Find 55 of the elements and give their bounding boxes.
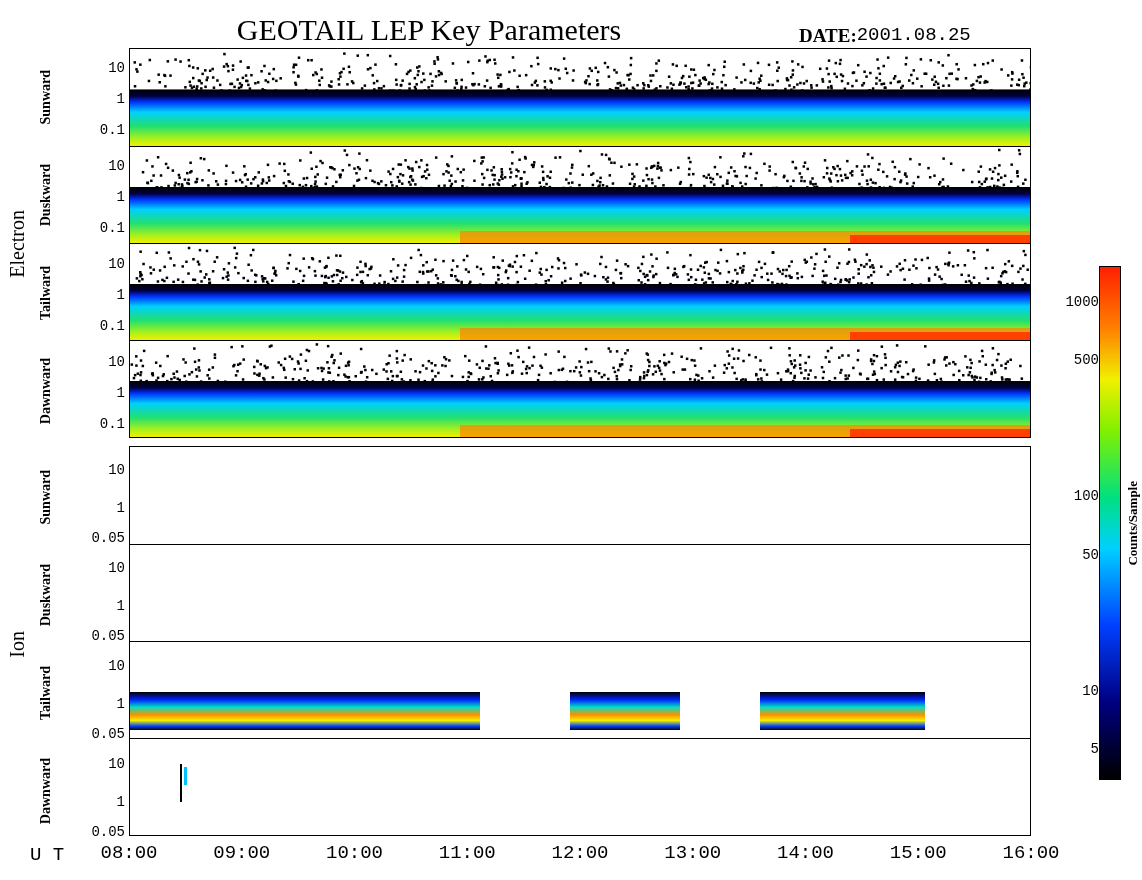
date-label: DATE: <box>799 26 857 45</box>
colorbar-tick-label: 500 <box>1073 353 1099 368</box>
y-tick-label: 10 <box>108 658 125 673</box>
y-tick-label: 0.05 <box>91 727 125 742</box>
y-tick-label: 10 <box>108 756 125 771</box>
x-tick-label: 15:00 <box>889 844 947 863</box>
y-tick-label: 10 <box>108 60 125 75</box>
direction-label: Dawnward <box>36 357 54 425</box>
x-tick-label: 12:00 <box>551 844 609 863</box>
chart-title: GEOTAIL LEP Key Parameters <box>236 15 622 45</box>
y-tick-label: 1 <box>116 385 125 400</box>
colorbar-tick-label: 5 <box>1090 742 1099 757</box>
y-tick-label: 10 <box>108 256 125 271</box>
y-tick-label: 1 <box>116 598 125 613</box>
direction-label: Sunward <box>36 469 54 525</box>
direction-label: Dawnward <box>36 757 54 825</box>
x-tick-label: 09:00 <box>213 844 271 863</box>
y-tick-label: 0.1 <box>99 123 125 138</box>
colorbar-tick-label: 1000 <box>1065 294 1099 309</box>
spectrogram-drawing <box>180 764 187 802</box>
y-tick-label: 1 <box>116 500 125 515</box>
y-tick-label: 1 <box>116 91 125 106</box>
y-tick-label: 0.1 <box>99 221 125 236</box>
y-tick-label: 10 <box>108 354 125 369</box>
y-tick-label: 0.05 <box>91 629 125 644</box>
colorbar-label: Counts/Sample <box>1124 480 1141 566</box>
group-label: Ion <box>5 630 29 658</box>
y-tick-label: 1 <box>116 794 125 809</box>
y-tick-label: 1 <box>116 287 125 302</box>
x-tick-label: 16:00 <box>1002 844 1060 863</box>
date-value: 2001.08.25 <box>856 26 971 45</box>
colorbar-tick-label: 100 <box>1073 489 1099 504</box>
colorbar-tick-label: 50 <box>1082 547 1099 562</box>
y-tick-label: 0.1 <box>99 319 125 334</box>
colorbar-tick-label: 10 <box>1082 683 1099 698</box>
y-tick-label: 1 <box>116 696 125 711</box>
x-tick-label: 08:00 <box>100 844 158 863</box>
direction-label: Tailward <box>36 666 54 720</box>
x-axis-label: U T <box>30 843 65 866</box>
x-tick-label: 13:00 <box>664 844 722 863</box>
y-tick-label: 1 <box>116 189 125 204</box>
y-tick-label: 0.05 <box>91 825 125 840</box>
direction-label: Sunward <box>36 69 54 125</box>
x-tick-label: 14:00 <box>777 844 834 863</box>
direction-label: Tailward <box>36 266 54 320</box>
y-tick-label: 10 <box>108 158 125 173</box>
x-tick-label: 11:00 <box>438 844 496 863</box>
y-tick-label: 10 <box>108 462 125 477</box>
direction-label: Duskward <box>36 563 54 627</box>
x-tick-label: 10:00 <box>326 844 383 863</box>
y-tick-label: 10 <box>108 560 125 575</box>
y-tick-label: 0.05 <box>91 531 125 546</box>
y-tick-label: 0.1 <box>99 417 125 432</box>
direction-label: Duskward <box>36 163 54 227</box>
group-label: Electron <box>5 210 29 278</box>
